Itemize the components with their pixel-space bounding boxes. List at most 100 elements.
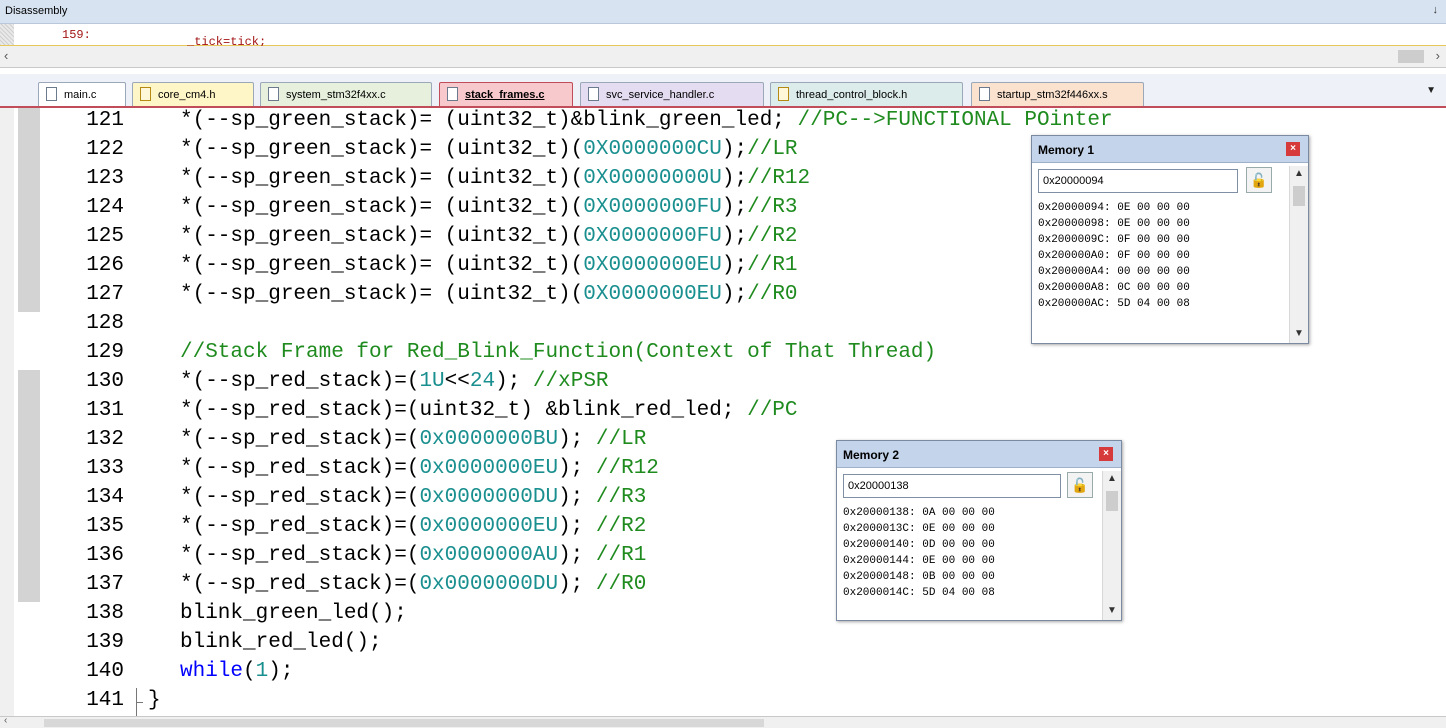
code-line[interactable]: *(--sp_green_stack)= (uint32_t)&blink_gr… xyxy=(180,106,1113,135)
tab-stack-frames-c[interactable]: stack_frames.c xyxy=(439,82,573,106)
code-line[interactable]: while(1); xyxy=(180,657,293,686)
code-line[interactable]: *(--sp_red_stack)=(0x0000000BU); //LR xyxy=(180,425,646,454)
memory-2-window[interactable]: Memory 2 × 0x20000138 🔓 ▲ ▼ 0x20000138: … xyxy=(836,440,1122,621)
scroll-thumb[interactable] xyxy=(1106,491,1118,511)
memory-row[interactable]: 0x20000098: 0E 00 00 00 xyxy=(1038,216,1278,232)
scroll-left-icon[interactable]: ‹ xyxy=(4,715,7,726)
scroll-down-icon[interactable]: ▼ xyxy=(1294,328,1304,339)
code-token: 0x0000000DU xyxy=(419,486,559,509)
source-file-icon xyxy=(268,87,279,101)
code-line[interactable]: *(--sp_red_stack)=(0x0000000DU); //R3 xyxy=(180,483,646,512)
lock-icon[interactable]: 🔓 xyxy=(1067,472,1093,498)
tab-system-stm32f4xx-c[interactable]: system_stm32f4xx.c xyxy=(260,82,432,106)
code-token: *(--sp_green_stack)= (uint32_t)( xyxy=(180,254,584,277)
code-token: 0x0000000EU xyxy=(419,457,559,480)
source-file-icon xyxy=(447,87,458,101)
editor-left-bar xyxy=(0,108,14,716)
memory-row[interactable]: 0x20000144: 0E 00 00 00 xyxy=(843,553,1093,569)
memory-row[interactable]: 0x200000A4: 00 00 00 00 xyxy=(1038,264,1278,280)
memory-2-vscrollbar[interactable]: ▲ ▼ xyxy=(1102,471,1121,620)
fold-line-icon[interactable] xyxy=(136,688,147,716)
memory-1-vscrollbar[interactable]: ▲ ▼ xyxy=(1289,166,1308,343)
code-line[interactable]: *(--sp_green_stack)= (uint32_t)(0X000000… xyxy=(180,280,798,309)
line-number: 132 xyxy=(86,428,124,451)
code-token: *(--sp_red_stack)=( xyxy=(180,457,420,480)
memory-row[interactable]: 0x200000AC: 5D 04 00 08 xyxy=(1038,296,1278,312)
code-line[interactable]: *(--sp_red_stack)=(0x0000000EU); //R12 xyxy=(180,454,659,483)
line-number: 127 xyxy=(86,283,124,306)
scroll-right-icon[interactable]: › xyxy=(1436,48,1440,63)
line-number: 136 xyxy=(86,544,124,567)
code-token: ); xyxy=(495,370,533,393)
code-token: *(--sp_red_stack)=( xyxy=(180,573,420,596)
code-line[interactable]: *(--sp_red_stack)=(uint32_t) &blink_red_… xyxy=(180,396,798,425)
code-token: //LR xyxy=(747,138,798,161)
code-line[interactable]: *(--sp_green_stack)= (uint32_t)(0X000000… xyxy=(180,164,810,193)
code-line[interactable]: //Stack Frame for Red_Blink_Function(Con… xyxy=(180,338,936,367)
memory-row[interactable]: 0x200000A0: 0F 00 00 00 xyxy=(1038,248,1278,264)
memory-1-title-bar[interactable]: Memory 1 × xyxy=(1032,136,1308,163)
close-icon[interactable]: × xyxy=(1099,447,1113,461)
code-token: *(--sp_green_stack)= (uint32_t)( xyxy=(180,196,584,219)
memory-1-window[interactable]: Memory 1 × 0x20000094 🔓 ▲ ▼ 0x20000094: … xyxy=(1031,135,1309,344)
code-line[interactable]: *(--sp_red_stack)=(1U<<24); //xPSR xyxy=(180,367,609,396)
code-line[interactable]: *(--sp_green_stack)= (uint32_t)(0X000000… xyxy=(180,222,798,251)
scroll-thumb[interactable] xyxy=(1398,50,1424,63)
tab-startup-stm32f446xx-s[interactable]: startup_stm32f446xx.s xyxy=(971,82,1144,106)
memory-row[interactable]: 0x2000014C: 5D 04 00 08 xyxy=(843,585,1093,601)
disassembly-line[interactable]: 159: _tick=tick; xyxy=(0,24,1446,49)
tab-thread-control-block-h[interactable]: thread_control_block.h xyxy=(770,82,963,106)
code-token: 0x0000000DU xyxy=(419,573,559,596)
code-line[interactable]: *(--sp_red_stack)=(0x0000000AU); //R1 xyxy=(180,541,646,570)
memory-row[interactable]: 0x20000140: 0D 00 00 00 xyxy=(843,537,1093,553)
pin-icon[interactable]: ↓ xyxy=(1433,4,1439,16)
disassembly-hscrollbar[interactable]: ‹ › xyxy=(0,46,1446,68)
code-token: ); xyxy=(558,573,596,596)
editor-hscrollbar[interactable]: ‹ xyxy=(0,715,1446,728)
lock-icon[interactable]: 🔓 xyxy=(1246,167,1272,193)
scroll-thumb[interactable] xyxy=(1293,186,1305,206)
code-line[interactable]: *(--sp_green_stack)= (uint32_t)(0X000000… xyxy=(180,193,798,222)
memory-row[interactable]: 0x2000013C: 0E 00 00 00 xyxy=(843,521,1093,537)
code-line[interactable]: *(--sp_red_stack)=(0x0000000EU); //R2 xyxy=(180,512,646,541)
header-file-icon xyxy=(140,87,151,101)
code-line[interactable]: blink_green_led(); xyxy=(180,599,407,628)
code-line[interactable]: *(--sp_red_stack)=(0x0000000DU); //R0 xyxy=(180,570,646,599)
code-line[interactable]: *(--sp_green_stack)= (uint32_t)(0X000000… xyxy=(180,251,798,280)
code-token: 0X0000000FU xyxy=(583,225,722,248)
code-token: ); xyxy=(268,660,294,683)
tab-core-cm4-h[interactable]: core_cm4.h xyxy=(132,82,254,106)
code-token: 1U xyxy=(419,370,445,393)
disassembly-title-bar: Disassembly ↓ xyxy=(0,0,1446,24)
disassembly-line-number: 159: xyxy=(62,28,91,42)
memory-row[interactable]: 0x20000148: 0B 00 00 00 xyxy=(843,569,1093,585)
memory-row[interactable]: 0x2000009C: 0F 00 00 00 xyxy=(1038,232,1278,248)
code-token: ); xyxy=(558,515,596,538)
tab-svc-service-handler-c[interactable]: svc_service_handler.c xyxy=(580,82,764,106)
memory-1-address-input[interactable]: 0x20000094 xyxy=(1038,169,1238,193)
scroll-down-icon[interactable]: ▼ xyxy=(1107,605,1117,616)
code-line[interactable]: *(--sp_green_stack)= (uint32_t)(0X000000… xyxy=(180,135,798,164)
tab-main-c[interactable]: main.c xyxy=(38,82,126,106)
close-icon[interactable]: × xyxy=(1286,142,1300,156)
memory-2-address-input[interactable]: 0x20000138 xyxy=(843,474,1061,498)
memory-row[interactable]: 0x20000138: 0A 00 00 00 xyxy=(843,505,1093,521)
scroll-thumb[interactable] xyxy=(44,719,764,727)
code-token: *(--sp_green_stack)= (uint32_t)&blink_gr… xyxy=(180,109,798,132)
line-number: 141 xyxy=(86,689,124,712)
code-line[interactable]: } xyxy=(148,686,161,715)
memory-row[interactable]: 0x200000A8: 0C 00 00 00 xyxy=(1038,280,1278,296)
tab-label: thread_control_block.h xyxy=(796,89,908,101)
code-token: //PC-->FUNCTIONAL POinter xyxy=(797,109,1113,132)
scroll-left-icon[interactable]: ‹ xyxy=(4,48,8,63)
code-token: 0x0000000BU xyxy=(419,428,559,451)
memory-row[interactable]: 0x20000094: 0E 00 00 00 xyxy=(1038,200,1278,216)
tab-list-dropdown-icon[interactable]: ▼ xyxy=(1426,85,1436,96)
source-file-icon xyxy=(588,87,599,101)
scroll-up-icon[interactable]: ▲ xyxy=(1107,473,1117,484)
code-line[interactable]: blink_red_led(); xyxy=(180,628,382,657)
line-number: 123 xyxy=(86,167,124,190)
line-number: 135 xyxy=(86,515,124,538)
memory-2-title-bar[interactable]: Memory 2 × xyxy=(837,441,1121,468)
scroll-up-icon[interactable]: ▲ xyxy=(1294,168,1304,179)
